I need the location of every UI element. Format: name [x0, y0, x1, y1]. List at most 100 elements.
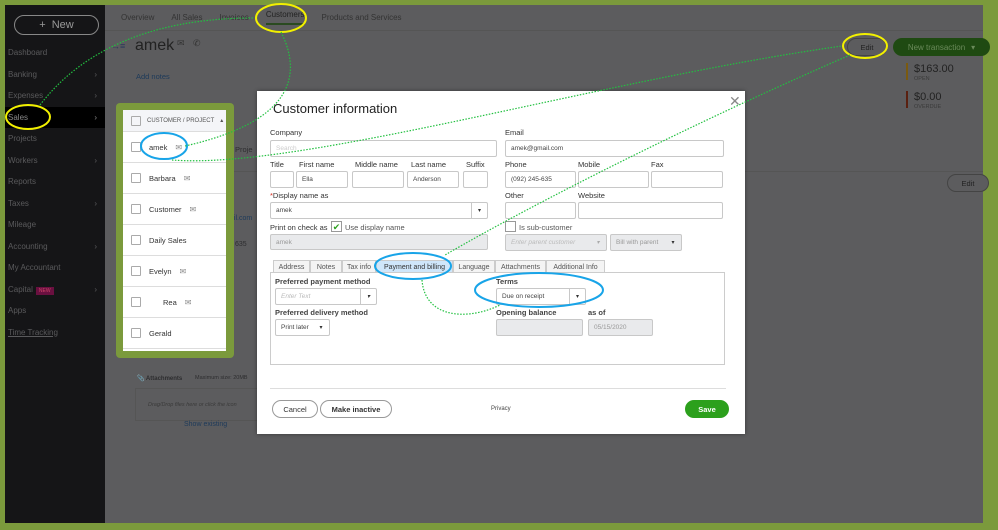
mail-icon[interactable]: ✉ — [177, 38, 185, 49]
new-transaction-button[interactable]: New transaction ▾ — [893, 38, 990, 56]
customer-name[interactable]: Daily Sales — [149, 236, 187, 245]
title-label: Title — [270, 160, 284, 169]
mail-icon[interactable]: ✉ — [190, 205, 197, 214]
middle-name-input[interactable] — [352, 171, 404, 188]
mobile-input[interactable] — [578, 171, 649, 188]
customer-name[interactable]: Evelyn — [149, 267, 172, 276]
sidebar-item-reports[interactable]: Reports — [5, 171, 105, 192]
preferred-payment-select[interactable]: Enter Text ▾ — [275, 288, 377, 305]
edit-button[interactable]: Edit — [847, 38, 887, 56]
tab-overview[interactable]: Overview — [121, 13, 154, 22]
privacy-link[interactable]: Privacy — [491, 406, 511, 412]
customer-name[interactable]: Barbara — [149, 174, 176, 183]
sidebar-item-taxes[interactable]: Taxes › — [5, 193, 105, 214]
print-on-check-input[interactable]: amek — [270, 234, 488, 250]
sidebar-item-mileage[interactable]: Mileage — [5, 214, 105, 235]
website-input[interactable] — [578, 202, 723, 219]
edit-details-button[interactable]: Edit — [947, 174, 989, 192]
cancel-button[interactable]: Cancel — [272, 400, 318, 418]
phone-input[interactable]: (092) 245-635 — [505, 171, 576, 188]
email-input[interactable]: amek@gmail.com — [505, 140, 724, 157]
row-checkbox[interactable] — [131, 235, 141, 245]
sidebar-item-projects[interactable]: Projects — [5, 128, 105, 149]
row-checkbox[interactable] — [131, 142, 141, 152]
close-icon[interactable]: ✕ — [729, 93, 741, 110]
mail-icon[interactable]: ✉ — [175, 143, 182, 152]
tab-products-services[interactable]: Products and Services — [322, 13, 402, 22]
preferred-delivery-select[interactable]: Print later ▾ — [275, 319, 330, 336]
collapse-icon[interactable]: →≡ — [111, 41, 125, 51]
bill-with-parent-select[interactable]: Bill with parent ▾ — [610, 234, 682, 251]
sidebar-item-accounting[interactable]: Accounting › — [5, 236, 105, 257]
row-checkbox[interactable] — [131, 328, 141, 338]
as-of-date-input[interactable]: 05/15/2020 — [588, 319, 653, 336]
row-checkbox[interactable] — [131, 266, 141, 276]
sub-customer-checkbox[interactable] — [505, 221, 516, 232]
opening-balance-input[interactable] — [496, 319, 583, 336]
list-item[interactable]: Daily Sales — [123, 225, 226, 256]
list-item[interactable]: Barbara ✉ — [123, 163, 226, 194]
customer-list-callout: CUSTOMER / PROJECT ▴ amek ✉ Barbara ✉ Custome… — [116, 103, 234, 358]
make-inactive-button[interactable]: Make inactive — [320, 400, 392, 418]
other-input[interactable] — [505, 202, 576, 219]
sidebar-item-apps[interactable]: Apps — [5, 300, 105, 321]
parent-customer-select[interactable]: Enter parent customer ▾ — [505, 234, 607, 251]
last-name-input[interactable]: Anderson — [407, 171, 459, 188]
drop-zone[interactable]: Drag/Drop files here or click the icon — [135, 388, 265, 421]
customer-name[interactable]: amek — [149, 143, 167, 152]
select-all-checkbox[interactable] — [131, 115, 141, 126]
chevron-right-icon: › — [94, 241, 97, 251]
row-checkbox[interactable] — [131, 173, 141, 183]
list-item[interactable]: Rea ✉ — [123, 287, 226, 318]
mail-icon[interactable]: ✉ — [185, 298, 192, 307]
fax-input[interactable] — [651, 171, 723, 188]
list-item[interactable]: amek ✉ — [123, 132, 226, 163]
show-existing-link[interactable]: Show existing — [184, 421, 227, 428]
projects-tab[interactable]: Proje — [235, 145, 253, 154]
new-button[interactable]: + New — [14, 15, 99, 35]
website-label: Website — [578, 191, 605, 200]
use-display-name-checkbox[interactable]: ✔ — [331, 221, 342, 232]
list-item[interactable]: Customer ✉ — [123, 194, 226, 225]
mail-icon[interactable]: ✉ — [180, 267, 187, 276]
first-name-input[interactable]: Ella — [296, 171, 348, 188]
customer-name[interactable]: Gerald — [149, 329, 172, 338]
row-checkbox[interactable] — [131, 297, 141, 307]
chevron-right-icon: › — [94, 284, 97, 294]
save-button[interactable]: Save — [685, 400, 729, 418]
title-input[interactable] — [270, 171, 294, 188]
open-bar — [906, 63, 908, 80]
row-checkbox[interactable] — [131, 204, 141, 214]
suffix-input[interactable] — [463, 171, 488, 188]
sidebar-item-dashboard[interactable]: Dashboard — [5, 42, 105, 63]
tab-customers[interactable]: Customers — [265, 10, 305, 25]
customer-name: amek — [135, 37, 175, 54]
mail-icon[interactable]: ✉ — [184, 174, 191, 183]
use-display-name-label: Use display name — [345, 223, 405, 232]
max-size: Maximum size: 20MB — [195, 375, 248, 381]
sidebar-item-sales[interactable]: Sales › — [5, 106, 105, 128]
sidebar-item-workers[interactable]: Workers › — [5, 150, 105, 171]
display-name-label: *Display name as — [270, 191, 329, 200]
display-name-select[interactable]: amek ▾ — [270, 202, 488, 219]
list-item[interactable]: Gerald — [123, 318, 226, 349]
overdue-bar — [906, 91, 908, 108]
sidebar-item-expenses[interactable]: Expenses › — [5, 85, 105, 106]
tab-all-sales[interactable]: All Sales — [171, 13, 202, 22]
sidebar-item-time-tracking[interactable]: Time Tracking — [5, 322, 105, 343]
first-name-label: First name — [299, 160, 335, 169]
list-item[interactable]: Evelyn ✉ — [123, 256, 226, 287]
add-notes-link[interactable]: Add notes — [136, 72, 170, 81]
customer-name[interactable]: Customer — [149, 205, 182, 214]
sidebar-item-my-accountant[interactable]: My Accountant — [5, 257, 105, 278]
tab-invoices[interactable]: Invoices — [219, 13, 248, 22]
chevron-right-icon: › — [94, 91, 97, 100]
customer-name[interactable]: Rea — [163, 298, 177, 307]
last-name-label: Last name — [411, 160, 447, 169]
company-input[interactable]: Search — [270, 140, 497, 157]
as-of-label: as of — [588, 308, 606, 317]
sidebar-item-capital[interactable]: Capital NEW › — [5, 279, 105, 300]
sidebar-item-banking[interactable]: Banking › — [5, 64, 105, 85]
terms-select[interactable]: Due on receipt ▾ — [496, 288, 586, 305]
phone-icon[interactable]: ✆ — [193, 38, 201, 49]
